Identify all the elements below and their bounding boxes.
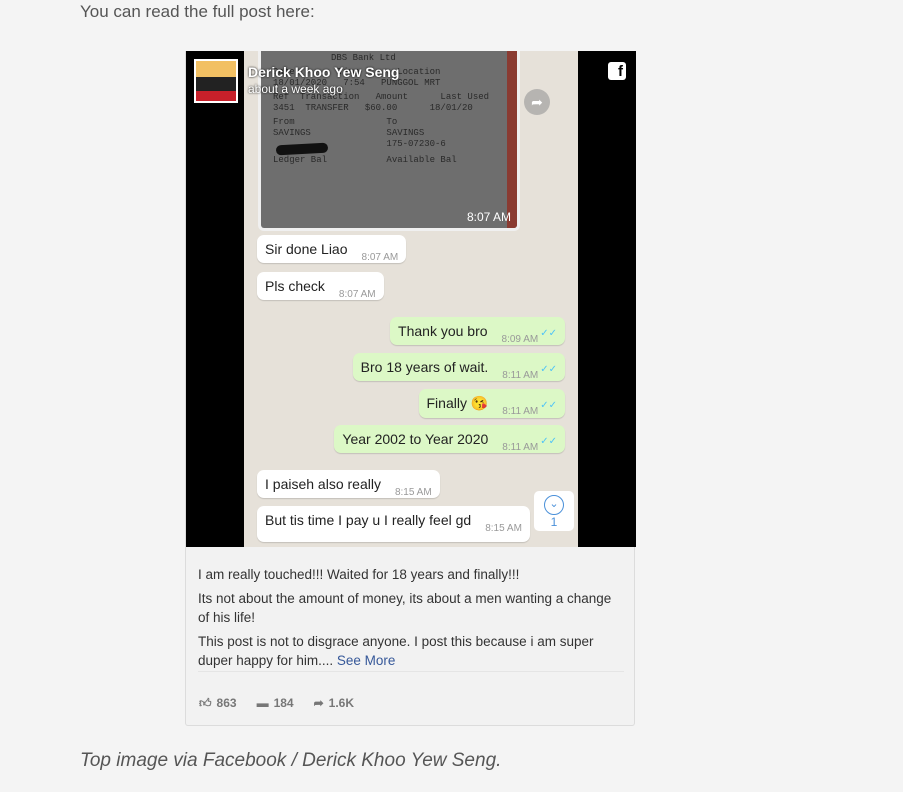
intro-text: You can read the full post here:	[80, 2, 315, 21]
chat-message: Finally 😘 8:11 AM✓✓	[418, 389, 565, 418]
receipt-line: 3451 TRANSFER $60.00 18/01/20	[273, 103, 473, 113]
post-text: I am really touched!!! Waited for 18 yea…	[198, 565, 618, 675]
post-paragraph: I am really touched!!! Waited for 18 yea…	[198, 567, 520, 582]
read-receipt-icon: ✓✓	[540, 400, 557, 411]
facebook-embed: DBS Bank Ltd Date Time Location 18/01/20…	[185, 51, 636, 726]
divider	[198, 671, 624, 672]
receipt-line: From To	[273, 117, 398, 127]
like-count[interactable]: 👍︎ 863	[199, 696, 237, 711]
comment-count[interactable]: ▬ 184	[257, 696, 294, 711]
message-text: Finally 😘	[426, 395, 489, 411]
receipt-time: 8:07 AM	[466, 210, 511, 224]
chat-message: Bro 18 years of wait. 8:11 AM✓✓	[352, 353, 565, 381]
post-time[interactable]: about a week ago	[248, 82, 399, 96]
comments-value: 184	[273, 696, 294, 710]
redaction-mark	[275, 142, 329, 156]
chat-message: Sir done Liao 8:07 AM	[257, 235, 407, 263]
receipt-line: Ledger Bal Available Bal	[273, 155, 457, 165]
message-text: Year 2002 to Year 2020	[342, 431, 489, 447]
message-time: 8:15 AM	[394, 487, 432, 498]
post-stats: 👍︎ 863 ▬ 184 ➦ 1.6K	[199, 696, 354, 711]
receipt-line: SAVINGS SAVINGS	[273, 128, 425, 138]
message-text: Thank you bro	[398, 323, 488, 339]
post-header: Derick Khoo Yew Seng about a week ago	[194, 59, 399, 103]
message-text: Pls check	[265, 278, 325, 294]
shares-value: 1.6K	[328, 696, 355, 710]
read-receipt-icon: ✓✓	[540, 328, 557, 339]
message-time: 8:11 AM	[502, 442, 539, 453]
message-text: Sir done Liao	[265, 241, 348, 257]
chat-message: Year 2002 to Year 2020 8:11 AM✓✓	[334, 425, 565, 453]
message-text: I paiseh also really	[265, 476, 381, 492]
chevron-down-icon: ⌄	[544, 495, 564, 515]
facebook-icon[interactable]: f	[608, 62, 626, 80]
author-name[interactable]: Derick Khoo Yew Seng	[248, 64, 399, 80]
read-receipt-icon: ✓✓	[540, 436, 557, 447]
post-image[interactable]: DBS Bank Ltd Date Time Location 18/01/20…	[186, 51, 636, 547]
share-icon: ➦	[313, 696, 324, 710]
chat-message: Thank you bro 8:09 AM✓✓	[390, 317, 565, 345]
thumbs-up-icon: 👍︎	[199, 696, 212, 710]
message-time: 8:11 AM	[502, 406, 539, 417]
avatar[interactable]	[194, 59, 238, 103]
image-credit: Top image via Facebook / Derick Khoo Yew…	[80, 750, 502, 771]
comment-icon: ▬	[256, 696, 269, 710]
share-count[interactable]: ➦ 1.6K	[314, 696, 354, 711]
forward-icon[interactable]: ➦	[524, 89, 550, 115]
read-receipt-icon: ✓✓	[540, 364, 557, 375]
chat-message: I paiseh also really 8:15 AM	[257, 470, 440, 498]
likes-value: 863	[216, 696, 237, 710]
post-paragraph: Its not about the amount of money, its a…	[198, 591, 612, 625]
message-time: 8:07 AM	[338, 289, 376, 300]
see-more-link[interactable]: See More	[337, 653, 396, 668]
scroll-down-button[interactable]: ⌄ 1	[534, 491, 574, 531]
unread-count: 1	[550, 515, 558, 529]
message-text: But tis time I pay u I really feel gd	[265, 512, 472, 528]
message-text: Bro 18 years of wait.	[360, 359, 489, 375]
chat-message: But tis time I pay u I really feel gd 8:1…	[257, 506, 530, 542]
chat-message: Pls check 8:07 AM	[257, 272, 384, 300]
message-time: 8:09 AM	[501, 334, 539, 345]
message-time: 8:15 AM	[485, 523, 522, 534]
whatsapp-screenshot: DBS Bank Ltd Date Time Location 18/01/20…	[244, 51, 578, 547]
message-time: 8:07 AM	[361, 252, 399, 263]
message-time: 8:11 AM	[502, 370, 539, 381]
post-paragraph: This post is not to disgrace anyone. I p…	[198, 634, 594, 668]
